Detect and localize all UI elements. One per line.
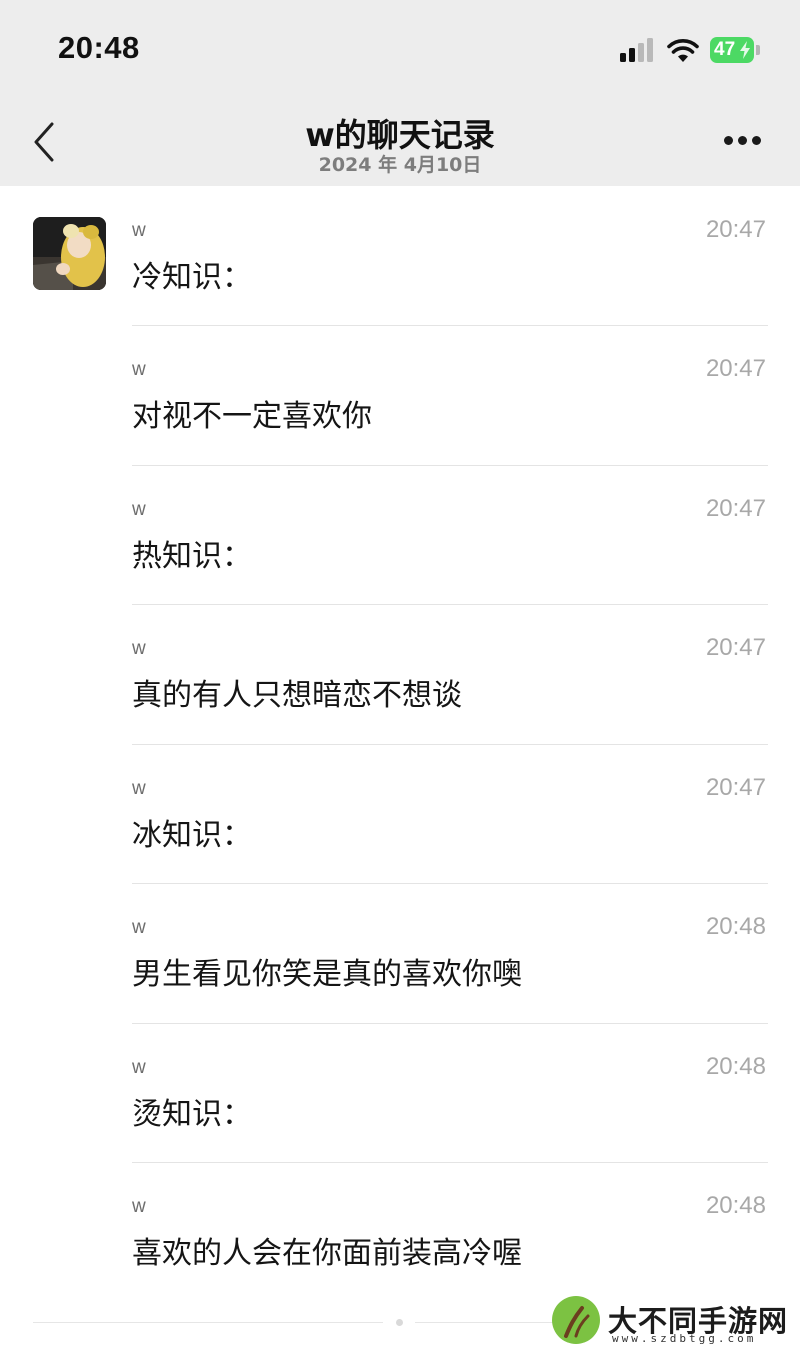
charging-bolt-icon bbox=[740, 41, 750, 59]
message-time: 20:47 bbox=[705, 355, 766, 382]
watermark: 大不同手游网 www.szdbtgg.com bbox=[550, 1294, 796, 1348]
message-text: 烫知识： bbox=[132, 1097, 252, 1132]
message-text: 男生看见你笑是真的喜欢你噢 bbox=[132, 957, 522, 992]
page-subtitle-date: 2024 年 4月10日 bbox=[318, 154, 482, 176]
watermark-logo-icon bbox=[552, 1296, 600, 1344]
message-sender: w bbox=[132, 1196, 146, 1217]
message-time: 20:48 bbox=[705, 913, 766, 940]
message-divider bbox=[132, 1162, 768, 1163]
message-divider bbox=[132, 883, 768, 884]
message-sender: w bbox=[132, 359, 146, 380]
message-time: 20:47 bbox=[705, 495, 766, 522]
message-time: 20:48 bbox=[705, 1192, 766, 1219]
message-text: 冷知识： bbox=[132, 260, 252, 295]
message-time: 20:47 bbox=[705, 774, 766, 801]
wifi-icon bbox=[667, 39, 699, 62]
message-sender: w bbox=[132, 917, 146, 938]
message-time: 20:47 bbox=[705, 634, 766, 661]
avatar[interactable] bbox=[33, 217, 106, 290]
message-text: 喜欢的人会在你面前装高冷喔 bbox=[132, 1236, 522, 1271]
watermark-url: www.szdbtgg.com bbox=[612, 1332, 757, 1345]
message-divider bbox=[132, 604, 768, 605]
status-time: 20:48 bbox=[58, 30, 140, 65]
battery-level: 47 bbox=[714, 39, 736, 60]
message-time: 20:48 bbox=[705, 1053, 766, 1080]
message-sender: w bbox=[132, 499, 146, 520]
message-sender: w bbox=[132, 1057, 146, 1078]
message-sender: w bbox=[132, 638, 146, 659]
footer-divider bbox=[33, 1322, 383, 1323]
message-time: 20:47 bbox=[705, 216, 766, 243]
message-text: 热知识： bbox=[132, 539, 252, 574]
battery-indicator: 47 bbox=[710, 37, 754, 63]
battery-cap bbox=[756, 45, 760, 55]
message-text: 真的有人只想暗恋不想谈 bbox=[132, 678, 462, 713]
message-text: 冰知识： bbox=[132, 818, 252, 853]
message-divider bbox=[132, 1023, 768, 1024]
message-sender: w bbox=[132, 778, 146, 799]
footer-divider bbox=[415, 1322, 555, 1323]
message-sender: w bbox=[132, 220, 146, 241]
message-divider bbox=[132, 465, 768, 466]
message-text: 对视不一定喜欢你 bbox=[132, 399, 372, 434]
message-divider bbox=[132, 744, 768, 745]
message-divider bbox=[132, 325, 768, 326]
footer-dot bbox=[396, 1319, 403, 1326]
cellular-signal-icon bbox=[620, 38, 653, 62]
more-options-icon[interactable] bbox=[722, 134, 764, 146]
avatar-image bbox=[33, 217, 106, 290]
